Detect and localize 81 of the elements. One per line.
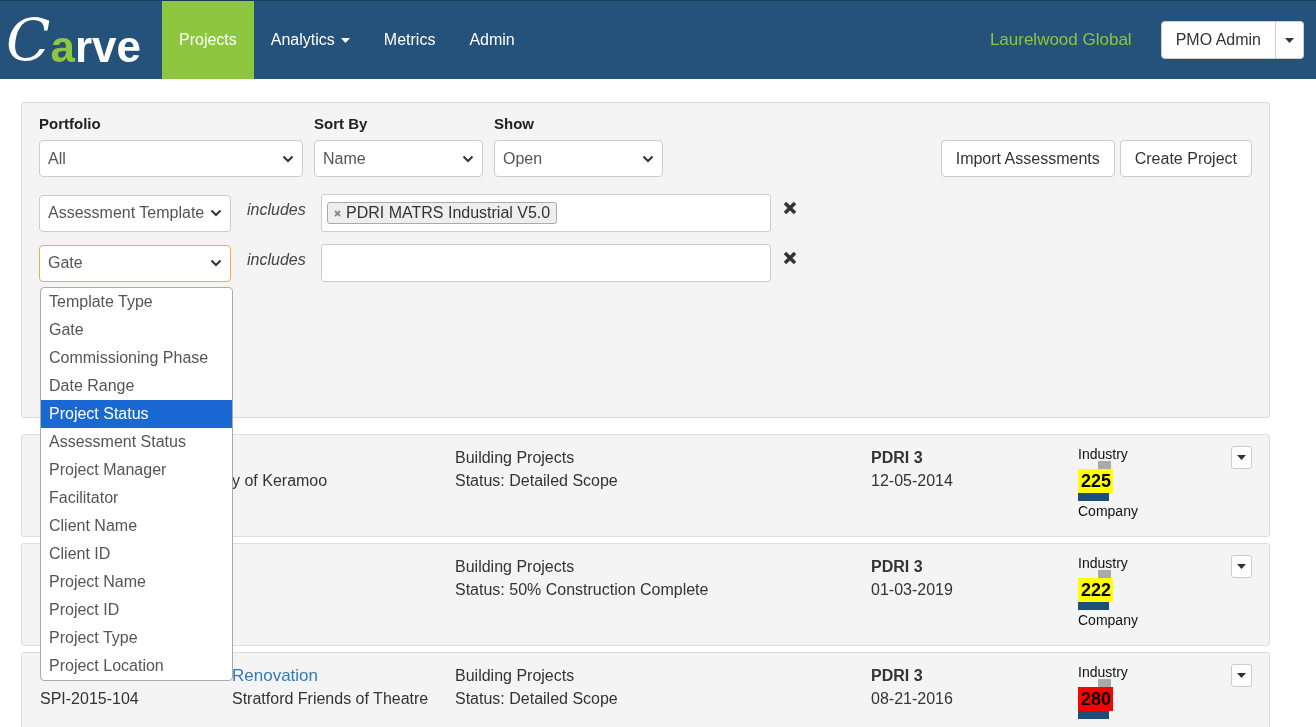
tag-input[interactable]: PDRI MATRS Industrial V5.0 (321, 194, 771, 232)
user-dropdown-button[interactable] (1276, 21, 1304, 59)
field-label: Portfolio (39, 115, 102, 132)
project-status: Status: Detailed Scope (455, 472, 618, 489)
client-name: y of Keramoo (232, 472, 328, 489)
menu-option[interactable]: Project Location (41, 652, 232, 680)
metric-label: Industry (1078, 446, 1128, 462)
assessment-date: 01-03-2019 (871, 581, 953, 598)
metric-label: Industry (1078, 555, 1128, 571)
field-label: Show (494, 115, 535, 132)
nav-tab[interactable]: Analytics (253, 1, 367, 79)
company-marker (1078, 602, 1109, 610)
menu-option[interactable]: Template Type (41, 288, 232, 316)
project-category: Building Projects (455, 558, 575, 575)
logo: Carve (5, 5, 142, 76)
score-badge: 280 (1078, 687, 1114, 711)
menu-option[interactable]: Assessment Status (41, 428, 232, 456)
close-icon[interactable] (783, 251, 797, 265)
industry-marker (1098, 461, 1111, 469)
menu-option[interactable]: Gate (41, 316, 232, 344)
row-menu-button[interactable] (1231, 446, 1252, 469)
chevron-icon (210, 209, 222, 217)
score-badge: 222 (1078, 578, 1114, 602)
chevron-icon (462, 154, 474, 163)
caret-icon (1237, 455, 1246, 460)
row-menu-button[interactable] (1231, 555, 1252, 578)
caret-icon (1237, 673, 1246, 678)
chevron-icon (642, 154, 654, 163)
project-status: Status: Detailed Scope (455, 690, 618, 707)
project-status: Status: 50% Construction Complete (455, 581, 709, 598)
assessment-date: 12-05-2014 (871, 472, 953, 489)
industry-marker (1098, 570, 1111, 578)
chevron-icon (282, 154, 294, 163)
field-label: Sort By (314, 115, 369, 132)
company-name: Laurelwood Global (989, 30, 1132, 50)
metric-label: Company (1078, 612, 1138, 628)
row-menu-button[interactable] (1231, 664, 1252, 687)
menu-option[interactable]: Client ID (41, 540, 232, 568)
filter-tag[interactable]: PDRI MATRS Industrial V5.0 (327, 202, 558, 224)
assessment-date: 08-21-2016 (871, 690, 953, 707)
project-id: SPI-2015-104 (40, 690, 139, 707)
select-field[interactable]: Assessment Template (39, 194, 231, 232)
client-name: Stratford Friends of Theatre (232, 690, 429, 707)
caret-icon (1237, 564, 1246, 569)
chevron-icon (210, 259, 222, 267)
score-badge: 225 (1078, 469, 1114, 493)
metric-label: Company (1078, 503, 1138, 519)
select-field[interactable]: All (39, 140, 303, 177)
operator-label: includes (246, 251, 307, 269)
action-button[interactable]: Import Assessments (940, 140, 1115, 177)
project-link[interactable]: Renovation (232, 666, 318, 685)
menu-option[interactable]: Project Status (41, 400, 232, 428)
close-icon[interactable] (783, 201, 797, 215)
menu-option[interactable]: Project ID (41, 596, 232, 624)
menu-option[interactable]: Client Name (41, 512, 232, 540)
caret-icon (340, 37, 350, 43)
assessment-name: PDRI 3 (871, 558, 923, 575)
menu-option[interactable]: Date Range (41, 372, 232, 400)
menu-option[interactable]: Project Name (41, 568, 232, 596)
industry-marker (1098, 679, 1111, 687)
select-field[interactable]: Name (314, 140, 483, 177)
select-field[interactable]: Open (494, 140, 663, 177)
nav-tab[interactable]: Admin (452, 1, 532, 79)
caret-icon (1285, 37, 1294, 43)
operator-label: includes (246, 201, 307, 219)
company-marker (1078, 493, 1109, 501)
user-button[interactable]: PMO Admin (1160, 21, 1276, 59)
menu-option[interactable]: Commissioning Phase (41, 344, 232, 372)
assessment-name: PDRI 3 (871, 449, 923, 466)
nav-tab[interactable]: Metrics (366, 1, 453, 79)
tag-input[interactable] (321, 244, 771, 282)
metric-label: Industry (1078, 664, 1128, 680)
menu-option[interactable]: Project Manager (41, 456, 232, 484)
project-category: Building Projects (455, 667, 575, 684)
project-category: Building Projects (455, 449, 575, 466)
company-marker (1078, 711, 1109, 719)
menu-option[interactable]: Facilitator (41, 484, 232, 512)
assessment-name: PDRI 3 (871, 667, 923, 684)
action-button[interactable]: Create Project (1119, 140, 1252, 177)
menu-option[interactable]: Project Type (41, 624, 232, 652)
select-field[interactable]: Gate (39, 244, 231, 282)
